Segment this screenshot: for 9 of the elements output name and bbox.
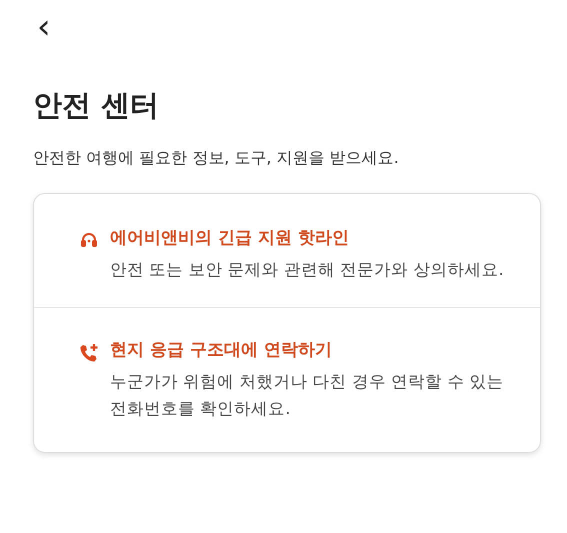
item-title[interactable]: 현지 응급 구조대에 연락하기 [110, 338, 510, 361]
phone-plus-icon [79, 343, 99, 363]
back-button[interactable]: ‹ [33, 10, 55, 44]
item-description: 안전 또는 보안 문제와 관련해 전문가와 상의하세요. [110, 259, 505, 281]
page-subtitle: 안전한 여행에 필요한 정보, 도구, 지원을 받으세요. [33, 148, 400, 169]
page-title: 안전 센터 [33, 87, 160, 124]
headset-icon [80, 231, 98, 249]
item-title[interactable]: 에어비앤비의 긴급 지원 핫라인 [110, 226, 510, 249]
item-description: 누군가가 위험에 처했거나 다친 경우 연락할 수 있는 전화번호를 확인하세요. [110, 371, 505, 420]
